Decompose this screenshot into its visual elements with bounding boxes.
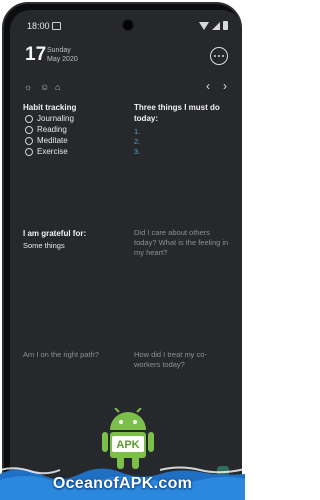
previous-day-button[interactable]: ‹ — [206, 80, 210, 92]
dot-icon — [222, 55, 224, 57]
habit-item[interactable]: Meditate — [25, 136, 68, 145]
tag-icon[interactable]: ⌂ — [55, 82, 60, 92]
checkbox-icon[interactable] — [25, 114, 33, 123]
treat-prompt[interactable]: How did I treat my co-workers today? — [134, 350, 230, 370]
front-camera — [122, 19, 134, 31]
grateful-text[interactable]: Some things — [23, 241, 65, 250]
gallery-notification-icon — [52, 22, 61, 30]
watermark-text: OceanofAPK.com — [52, 475, 193, 492]
next-day-button[interactable]: › — [223, 80, 227, 92]
wifi-icon — [199, 21, 209, 30]
todo-item[interactable]: 2. — [134, 137, 140, 146]
checkbox-icon[interactable] — [25, 136, 33, 145]
battery-icon — [223, 21, 228, 30]
status-bar: 18:00 — [10, 10, 242, 32]
care-prompt[interactable]: Did I care about others today? What is t… — [134, 228, 234, 258]
month-year: May 2020 — [47, 56, 78, 63]
sun-icon[interactable]: ☼ — [24, 82, 32, 92]
todo-item[interactable]: 1. — [134, 127, 140, 136]
more-options-button[interactable] — [210, 47, 228, 65]
grateful-title: I am grateful for: — [23, 229, 87, 238]
checkbox-icon[interactable] — [25, 147, 33, 156]
three-things-title: Three things I must do today: — [134, 103, 220, 123]
day-number: 17 — [25, 44, 47, 65]
checkbox-icon[interactable] — [25, 125, 33, 134]
habit-item[interactable]: Journaling — [25, 114, 74, 123]
day-name: Sunday — [47, 47, 71, 54]
habit-item[interactable]: Exercise — [25, 147, 68, 156]
signal-icon — [212, 21, 220, 30]
path-prompt[interactable]: Am I on the right path? — [23, 350, 123, 360]
habit-item[interactable]: Reading — [25, 125, 67, 134]
dot-icon — [218, 55, 220, 57]
android-logo-icon: APK — [102, 408, 154, 469]
apk-badge-text: APK — [116, 439, 139, 451]
todo-item[interactable]: 3. — [134, 147, 140, 156]
status-time: 18:00 — [27, 21, 50, 31]
status-icons — [199, 21, 228, 30]
mood-icon[interactable]: ☺ — [40, 82, 49, 92]
dot-icon — [214, 55, 216, 57]
habit-tracking-title: Habit tracking — [23, 103, 77, 112]
